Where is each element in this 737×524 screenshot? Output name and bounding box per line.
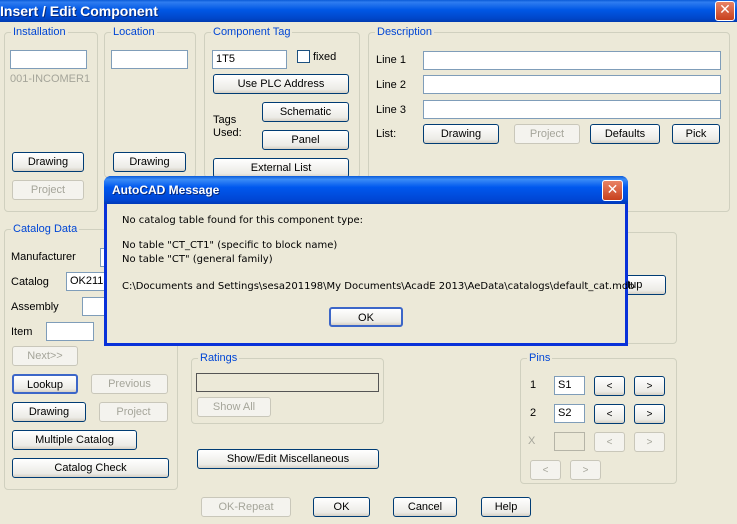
- catalog-project-button[interactable]: Project: [99, 402, 168, 422]
- cancel-button[interactable]: Cancel: [393, 497, 457, 517]
- chevron-left-icon: <: [606, 437, 613, 448]
- ok-button[interactable]: OK: [313, 497, 370, 517]
- pin-x-next-button: >: [634, 432, 665, 452]
- ratings-input[interactable]: [196, 373, 379, 392]
- defaults-button[interactable]: Defaults: [590, 124, 660, 144]
- ratings-legend: Ratings: [198, 351, 240, 365]
- chevron-right-icon: >: [582, 465, 589, 476]
- line-2-input[interactable]: [423, 75, 721, 94]
- assembly-label: Assembly: [11, 301, 59, 313]
- pin-2-label: 2: [530, 407, 537, 419]
- pin-2-next-button[interactable]: >: [634, 404, 665, 424]
- line-1-input[interactable]: [423, 51, 721, 70]
- pin-x-prev-button: <: [594, 432, 625, 452]
- line-3-label: Line 3: [376, 104, 406, 116]
- description-drawing-button[interactable]: Drawing: [423, 124, 499, 144]
- modal-message-line-3: No table "CT" (general family): [122, 254, 273, 265]
- catalog-check-button[interactable]: Catalog Check: [12, 458, 169, 478]
- next-button[interactable]: Next>>: [12, 346, 78, 366]
- pin-x-label: X: [528, 435, 536, 447]
- chevron-left-icon: <: [606, 381, 613, 392]
- catalog-input[interactable]: OK2113: [66, 272, 108, 291]
- modal-body: No catalog table found for this componen…: [107, 204, 635, 343]
- component-tag-input[interactable]: 1T5: [212, 50, 287, 69]
- pin-1-input[interactable]: S1: [554, 376, 585, 395]
- modal-ok-button[interactable]: OK: [329, 307, 403, 327]
- close-icon: ✕: [719, 2, 731, 18]
- description-project-button[interactable]: Project: [514, 124, 580, 144]
- installation-drawing-button[interactable]: Drawing: [12, 152, 84, 172]
- pin-2-prev-button[interactable]: <: [594, 404, 625, 424]
- show-all-button[interactable]: Show All: [197, 397, 271, 417]
- tags-used-label-2: Used:: [213, 127, 242, 139]
- modal-close-button[interactable]: ✕: [602, 180, 623, 201]
- line-1-label: Line 1: [376, 54, 406, 66]
- chevron-right-icon: >: [646, 381, 653, 392]
- fixed-checkbox[interactable]: [297, 50, 310, 63]
- use-plc-address-button[interactable]: Use PLC Address: [213, 74, 349, 94]
- window-title: Insert / Edit Component: [0, 3, 158, 19]
- pins-page-next-button: >: [570, 460, 601, 480]
- installation-input[interactable]: [10, 50, 87, 69]
- line-2-label: Line 2: [376, 79, 406, 91]
- schematic-button[interactable]: Schematic: [262, 102, 349, 122]
- item-label: Item: [11, 326, 33, 338]
- chevron-left-icon: <: [542, 465, 549, 476]
- chevron-right-icon: >: [646, 437, 653, 448]
- close-icon: ✕: [606, 182, 619, 198]
- fixed-label: fixed: [313, 51, 337, 63]
- panel-button[interactable]: Panel: [262, 130, 349, 150]
- pin-2-input[interactable]: S2: [554, 404, 585, 423]
- pin-1-label: 1: [530, 379, 537, 391]
- show-edit-misc-button[interactable]: Show/Edit Miscellaneous: [197, 449, 379, 469]
- lookup-button[interactable]: Lookup: [12, 374, 78, 394]
- catalog-drawing-button[interactable]: Drawing: [12, 402, 86, 422]
- ok-repeat-button[interactable]: OK-Repeat: [201, 497, 291, 517]
- list-label: List:: [376, 128, 397, 140]
- pin-x-input: [554, 432, 585, 451]
- catalog-label: Catalog: [11, 276, 49, 288]
- tags-used-label-1: Tags: [213, 114, 237, 126]
- pin-1-next-button[interactable]: >: [634, 376, 665, 396]
- previous-button[interactable]: Previous: [91, 374, 168, 394]
- description-legend: Description: [375, 25, 435, 39]
- manufacturer-label: Manufacturer: [11, 251, 76, 263]
- pins-page-prev-button: <: [530, 460, 561, 480]
- external-list-button[interactable]: External List: [213, 158, 349, 178]
- catalog-data-legend: Catalog Data: [11, 222, 80, 236]
- help-button[interactable]: Help: [481, 497, 531, 517]
- line-3-input[interactable]: [423, 100, 721, 119]
- installation-project-button[interactable]: Project: [12, 180, 84, 200]
- pick-button[interactable]: Pick: [672, 124, 720, 144]
- title-bar: Insert / Edit Component ✕: [0, 0, 737, 22]
- modal-message-line-1: No catalog table found for this componen…: [122, 215, 364, 226]
- pins-legend: Pins: [527, 351, 553, 365]
- pin-1-prev-button[interactable]: <: [594, 376, 625, 396]
- window-close-button[interactable]: ✕: [715, 1, 735, 21]
- location-input[interactable]: [111, 50, 188, 69]
- modal-message-path: C:\Documents and Settings\sesa201198\My …: [122, 281, 635, 292]
- autocad-message-dialog: AutoCAD Message ✕ No catalog table found…: [104, 176, 635, 346]
- location-legend: Location: [111, 25, 157, 39]
- item-input[interactable]: [46, 322, 94, 341]
- modal-title: AutoCAD Message: [104, 176, 628, 204]
- location-drawing-button[interactable]: Drawing: [113, 152, 186, 172]
- chevron-right-icon: >: [646, 409, 653, 420]
- installation-legend: Installation: [11, 25, 68, 39]
- installation-sub-text: 001-INCOMER1: [10, 73, 91, 85]
- component-tag-legend: Component Tag: [211, 25, 293, 39]
- chevron-left-icon: <: [606, 409, 613, 420]
- multiple-catalog-button[interactable]: Multiple Catalog: [12, 430, 137, 450]
- modal-message-line-2: No table "CT_CT1" (specific to block nam…: [122, 240, 338, 251]
